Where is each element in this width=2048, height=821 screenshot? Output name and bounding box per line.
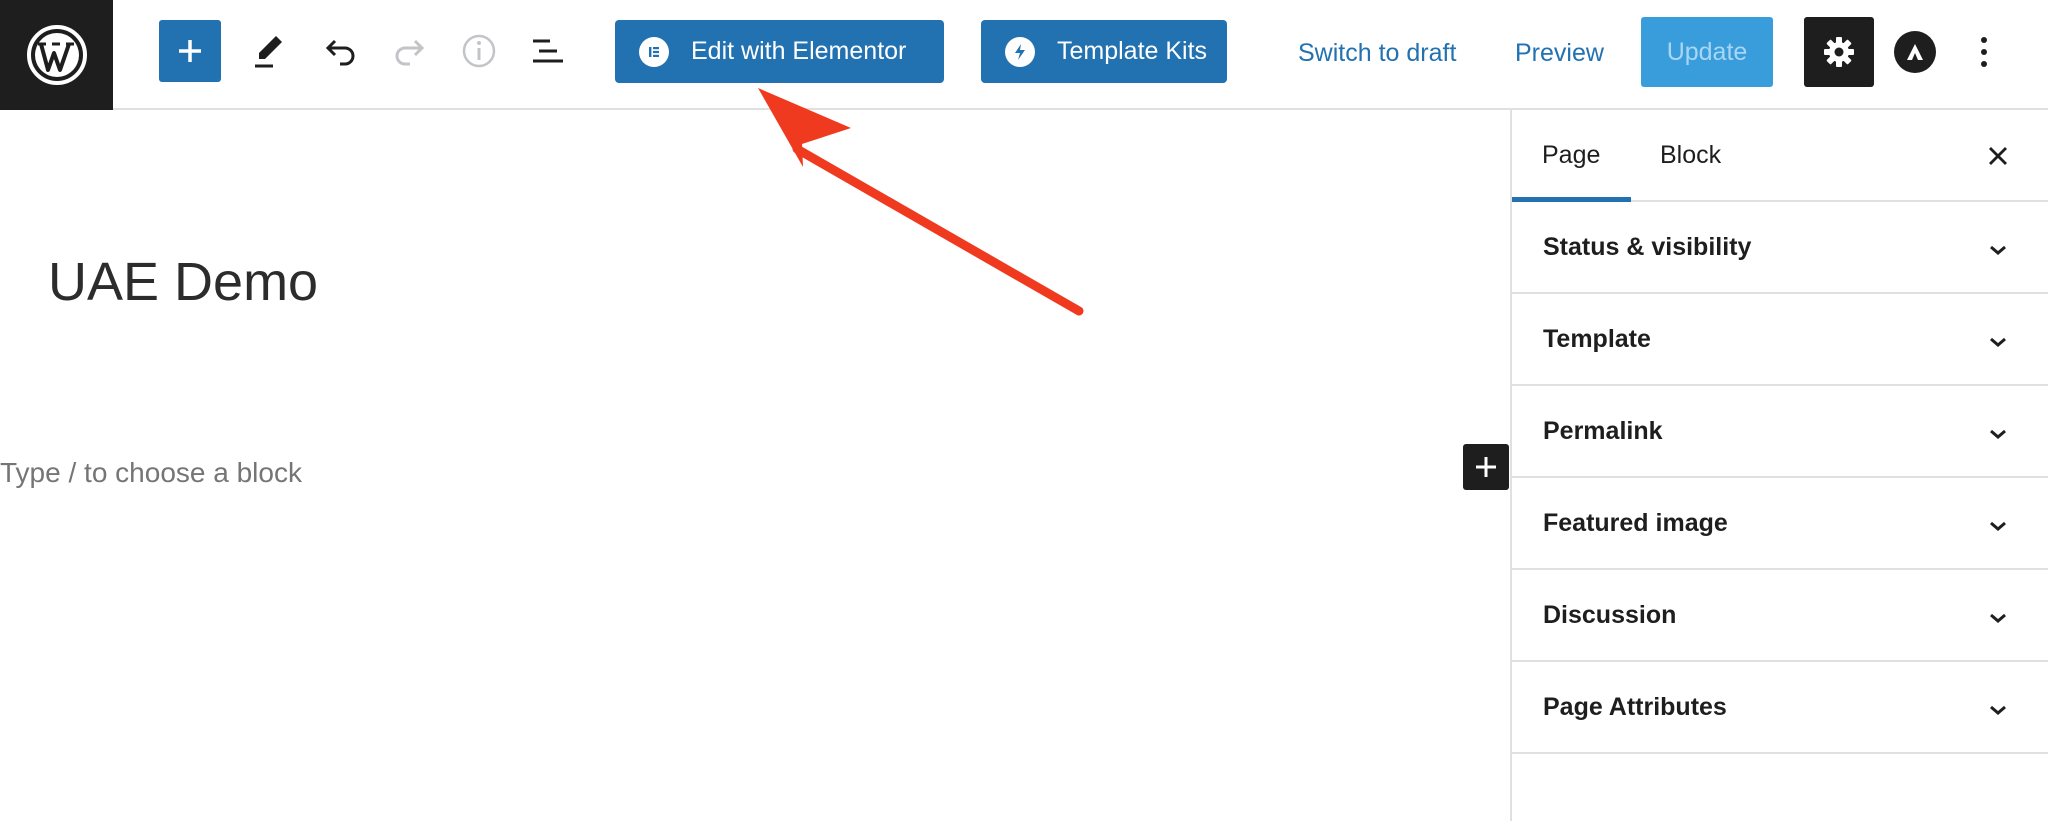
block-placeholder[interactable]: Type / to choose a block bbox=[0, 455, 302, 491]
panel-status-visibility[interactable]: Status & visibility bbox=[1512, 202, 2048, 294]
plus-icon bbox=[1476, 457, 1496, 477]
gear-icon bbox=[1824, 37, 1854, 67]
edit-with-elementor-label: Edit with Elementor bbox=[691, 37, 907, 65]
settings-button[interactable] bbox=[1804, 17, 1874, 87]
panel-title: Permalink bbox=[1543, 417, 1663, 445]
tab-page[interactable]: Page bbox=[1542, 140, 1600, 170]
switch-to-draft-button[interactable]: Switch to draft bbox=[1298, 38, 1456, 68]
more-vertical-icon bbox=[1981, 37, 1987, 43]
template-kits-label: Template Kits bbox=[1057, 37, 1208, 65]
panel-title: Page Attributes bbox=[1543, 693, 1727, 721]
template-kits-button[interactable]: Template Kits bbox=[981, 20, 1227, 83]
panel-title: Status & visibility bbox=[1543, 233, 1752, 261]
undo-icon bbox=[325, 39, 355, 66]
info-icon bbox=[462, 34, 496, 68]
astra-icon bbox=[1907, 44, 1923, 60]
undo-button[interactable] bbox=[309, 20, 371, 82]
panel-featured-image[interactable]: Featured image bbox=[1512, 478, 2048, 570]
redo-icon bbox=[395, 39, 425, 66]
settings-sidebar: Page Block Status & visibility Template … bbox=[1510, 110, 2048, 821]
update-button[interactable]: Update bbox=[1641, 17, 1773, 87]
preview-button[interactable]: Preview bbox=[1515, 38, 1604, 68]
edit-with-elementor-button[interactable]: Edit with Elementor bbox=[615, 20, 944, 83]
tab-block[interactable]: Block bbox=[1660, 140, 1721, 170]
elementor-icon bbox=[639, 36, 669, 67]
panel-page-attributes[interactable]: Page Attributes bbox=[1512, 662, 2048, 754]
panel-discussion[interactable]: Discussion bbox=[1512, 570, 2048, 662]
panel-title: Featured image bbox=[1543, 509, 1728, 537]
editor-header: Edit with Elementor Template Kits Switch… bbox=[0, 0, 2048, 110]
panel-title: Discussion bbox=[1543, 601, 1677, 629]
chevron-down-icon bbox=[1990, 521, 2006, 531]
panel-title: Template bbox=[1543, 325, 1651, 353]
redo-button[interactable] bbox=[379, 20, 441, 82]
chevron-down-icon bbox=[1990, 613, 2006, 623]
tools-button[interactable] bbox=[238, 20, 300, 82]
chevron-down-icon bbox=[1990, 705, 2006, 715]
close-icon[interactable] bbox=[1984, 142, 2012, 170]
panel-permalink[interactable]: Permalink bbox=[1512, 386, 2048, 478]
list-view-icon bbox=[533, 39, 563, 63]
plus-icon bbox=[179, 40, 201, 62]
add-block-button[interactable] bbox=[159, 20, 221, 82]
chevron-down-icon bbox=[1990, 337, 2006, 347]
chevron-down-icon bbox=[1990, 429, 2006, 439]
wordpress-logo-icon[interactable] bbox=[0, 0, 113, 110]
sidebar-tabs: Page Block bbox=[1512, 110, 2048, 202]
more-options-button[interactable] bbox=[1972, 31, 1996, 73]
list-view-button[interactable] bbox=[517, 20, 579, 82]
chevron-down-icon bbox=[1990, 245, 2006, 255]
details-button[interactable] bbox=[448, 20, 510, 82]
template-kits-icon bbox=[1005, 36, 1035, 67]
astra-button[interactable] bbox=[1894, 31, 1936, 73]
pencil-icon bbox=[255, 36, 282, 68]
inline-add-block-button[interactable] bbox=[1463, 444, 1509, 490]
post-title[interactable]: UAE Demo bbox=[48, 250, 318, 314]
panel-template[interactable]: Template bbox=[1512, 294, 2048, 386]
